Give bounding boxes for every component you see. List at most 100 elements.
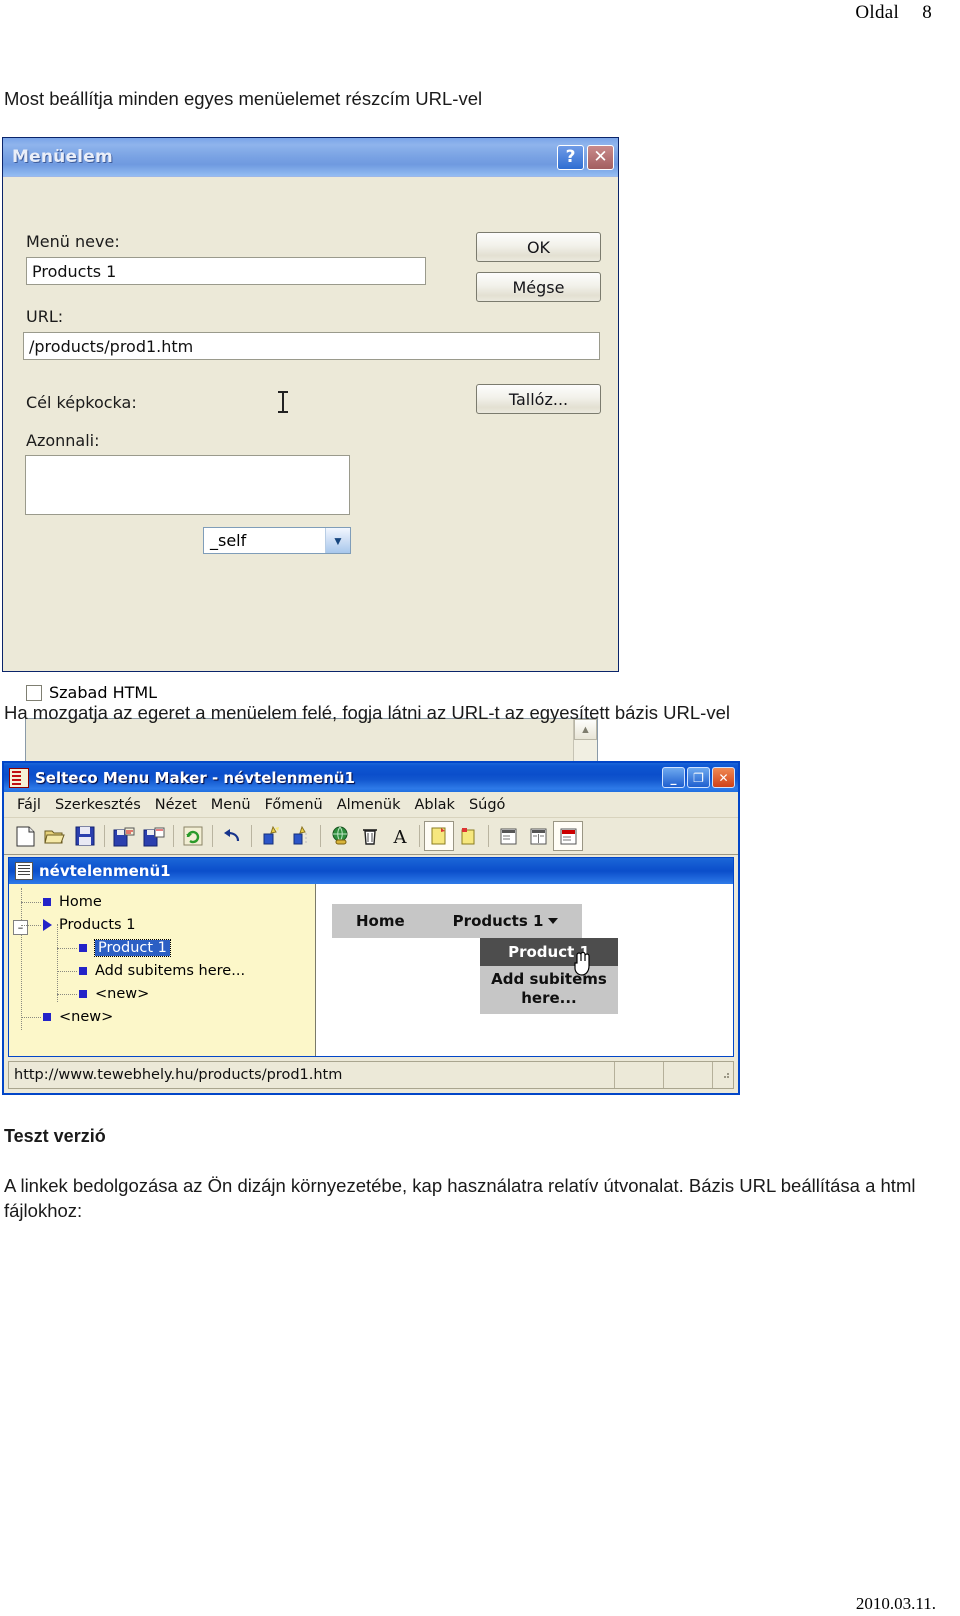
help-button[interactable]: ? [557, 144, 584, 170]
tree-guide-dash [57, 947, 77, 949]
open-folder-icon[interactable] [40, 821, 70, 851]
add-subitem-icon[interactable] [286, 821, 316, 851]
target-frame-value: _self [210, 531, 247, 550]
bullet-icon [43, 1013, 51, 1021]
tree-guide-dash [21, 1016, 41, 1018]
save-disk-icon[interactable] [70, 821, 100, 851]
close-icon[interactable]: ✕ [712, 767, 735, 788]
svg-text:A: A [393, 827, 408, 846]
browse-button[interactable]: Tallóz... [476, 384, 601, 414]
closing-paragraph: A linkek bedolgozása az Ön dizájn környe… [4, 1175, 916, 1221]
tooltip-label: Azonnali: [26, 431, 100, 450]
page-header: Oldal 8 [855, 2, 932, 24]
page-header-label: Oldal [855, 2, 900, 23]
resize-grip-icon[interactable] [713, 1068, 733, 1082]
document-icon [15, 862, 33, 880]
mdi-titlebar[interactable]: névtelenmenü1 [9, 858, 733, 884]
preview-dropdown-label: Product 1 [508, 943, 590, 961]
menu-name-label: Menü neve: [26, 232, 120, 251]
tree-item-products-1[interactable]: Products 1 [21, 915, 135, 935]
tooltip-input[interactable] [25, 455, 350, 515]
target-frame-select[interactable]: _self ▼ [203, 527, 351, 554]
tree-guide-dash [57, 993, 77, 995]
preview-item-label: Products 1 [452, 912, 544, 930]
status-pane [615, 1062, 664, 1088]
menu-fomenu[interactable]: Főmenü [258, 795, 330, 815]
mdi-child-window: névtelenmenü1 Home – Products 1 Product … [8, 857, 734, 1057]
preview-menubar: Home Products 1 [332, 904, 583, 938]
menu-tree[interactable]: Home – Products 1 Product 1 Add subitems… [9, 884, 316, 1056]
sub-menu-icon[interactable] [454, 821, 484, 851]
undo-icon[interactable] [217, 821, 247, 851]
main-menu-icon[interactable] [424, 821, 454, 851]
preview-item-label: Home [356, 912, 405, 930]
menu-fajl[interactable]: Fájl [10, 795, 48, 815]
dialog-titlebar[interactable]: Menüelem ? ✕ [3, 138, 618, 177]
tree-item-home[interactable]: Home [21, 892, 102, 912]
app-toolbar: A [4, 818, 738, 855]
export-icon[interactable] [139, 821, 169, 851]
delete-trash-icon[interactable] [355, 821, 385, 851]
cancel-button[interactable]: Mégse [476, 272, 601, 302]
page-number: 8 [922, 2, 932, 23]
minimize-button[interactable]: _ [662, 767, 685, 788]
tree-item-label: Products 1 [59, 917, 136, 933]
toolbar-separator [212, 825, 213, 847]
toolbar-separator [419, 825, 420, 847]
menu-item-dialog: Menüelem ? ✕ Menü neve: Products 1 URL: … [2, 137, 619, 828]
layout-columns-icon[interactable] [523, 821, 553, 851]
menu-nezet[interactable]: Nézet [148, 795, 204, 815]
publish-web-icon[interactable] [325, 821, 355, 851]
menu-almenuk[interactable]: Almenük [330, 795, 408, 815]
add-item-icon[interactable] [256, 821, 286, 851]
tree-item-label-selected: Product 1 [94, 939, 171, 957]
import-icon[interactable] [109, 821, 139, 851]
close-icon[interactable]: ✕ [587, 144, 614, 170]
tree-item-new-root[interactable]: <new> [21, 1007, 113, 1027]
layout-top-icon[interactable] [553, 821, 583, 851]
teszt-verzio-heading: Teszt verzió [4, 1126, 106, 1146]
toolbar-separator [104, 825, 105, 847]
maximize-button[interactable]: ❐ [687, 767, 710, 788]
layout-left-icon[interactable] [493, 821, 523, 851]
preview-dropdown-item[interactable]: Add subitems here... [480, 966, 618, 1014]
tree-item-label: <new> [95, 986, 150, 1002]
bullet-icon [79, 967, 87, 975]
url-input[interactable]: /products/prod1.htm [23, 332, 600, 360]
tree-item-new-sub[interactable]: <new> [57, 984, 149, 1004]
app-menubar: Fájl Szerkesztés Nézet Menü Főmenü Almen… [4, 792, 738, 818]
chevron-down-icon[interactable]: ▼ [325, 528, 350, 553]
font-icon[interactable]: A [385, 821, 415, 851]
tree-item-product-1[interactable]: Product 1 [57, 938, 171, 958]
toolbar-separator [488, 825, 489, 847]
app-logo-icon [9, 767, 29, 788]
app-title: Selteco Menu Maker - névtelenmenü1 [35, 768, 355, 787]
bullet-icon [79, 944, 87, 952]
text-cursor-icon [278, 391, 288, 413]
ok-button[interactable]: OK [476, 232, 601, 262]
free-html-checkbox[interactable] [26, 684, 42, 701]
tree-guide-dash [21, 901, 41, 903]
menu-sugo[interactable]: Súgó [462, 795, 512, 815]
bullet-icon [43, 898, 51, 906]
tree-item-add-subitems[interactable]: Add subitems here... [57, 961, 245, 981]
dialog-body: Menü neve: Products 1 URL: /products/pro… [3, 177, 618, 828]
menu-menu[interactable]: Menü [204, 795, 258, 815]
mdi-title-text: névtelenmenü1 [39, 862, 171, 880]
tree-item-label: <new> [59, 1009, 114, 1025]
menu-ablak[interactable]: Ablak [408, 795, 462, 815]
chevron-down-icon [548, 918, 559, 924]
preview-dropdown-item-hovered[interactable]: Product 1 [480, 938, 618, 976]
new-document-icon[interactable] [10, 821, 40, 851]
preview-item-products-1[interactable]: Products 1 [429, 912, 583, 930]
status-pane [664, 1062, 713, 1088]
bullet-icon [79, 990, 87, 998]
preview-item-home[interactable]: Home [332, 912, 429, 930]
url-label: URL: [26, 307, 64, 326]
triangle-icon [43, 919, 52, 931]
menu-preview: Home Products 1 Product 1 Add subitems h… [316, 884, 733, 1056]
menu-szerkesztes[interactable]: Szerkesztés [48, 795, 148, 815]
app-titlebar[interactable]: Selteco Menu Maker - névtelenmenü1 _ ❐ ✕ [4, 763, 738, 792]
refresh-icon[interactable] [178, 821, 208, 851]
menu-name-input[interactable]: Products 1 [26, 257, 426, 285]
